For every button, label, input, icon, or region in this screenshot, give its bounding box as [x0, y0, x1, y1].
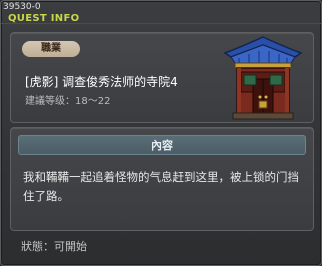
title-divider [1, 23, 321, 24]
quest-info-window: 39530-0 QUEST INFO 職業 [虎影] 调查俊秀法师的寺院4 建議… [0, 0, 322, 266]
job-badge: 職業 [22, 41, 80, 57]
recommended-level: 建議等级：18～22 [25, 96, 111, 107]
quest-id-label: 39530-0 [3, 2, 41, 12]
quest-summary-panel: 職業 [虎影] 调查俊秀法师的寺院4 建議等级：18～22 [10, 32, 314, 123]
quest-name: [虎影] 调查俊秀法师的寺院4 [25, 75, 178, 89]
content-header: 內容 [18, 135, 306, 155]
quest-description: 我和鞴鞴一起追着怪物的气息赶到这里，被上锁的门挡住了路。 [23, 170, 299, 203]
temple-gate-icon [223, 36, 303, 120]
quest-content-panel: 內容 我和鞴鞴一起追着怪物的气息赶到这里，被上锁的门挡住了路。 [10, 127, 314, 231]
quest-status: 狀態：可開始 [21, 240, 87, 253]
